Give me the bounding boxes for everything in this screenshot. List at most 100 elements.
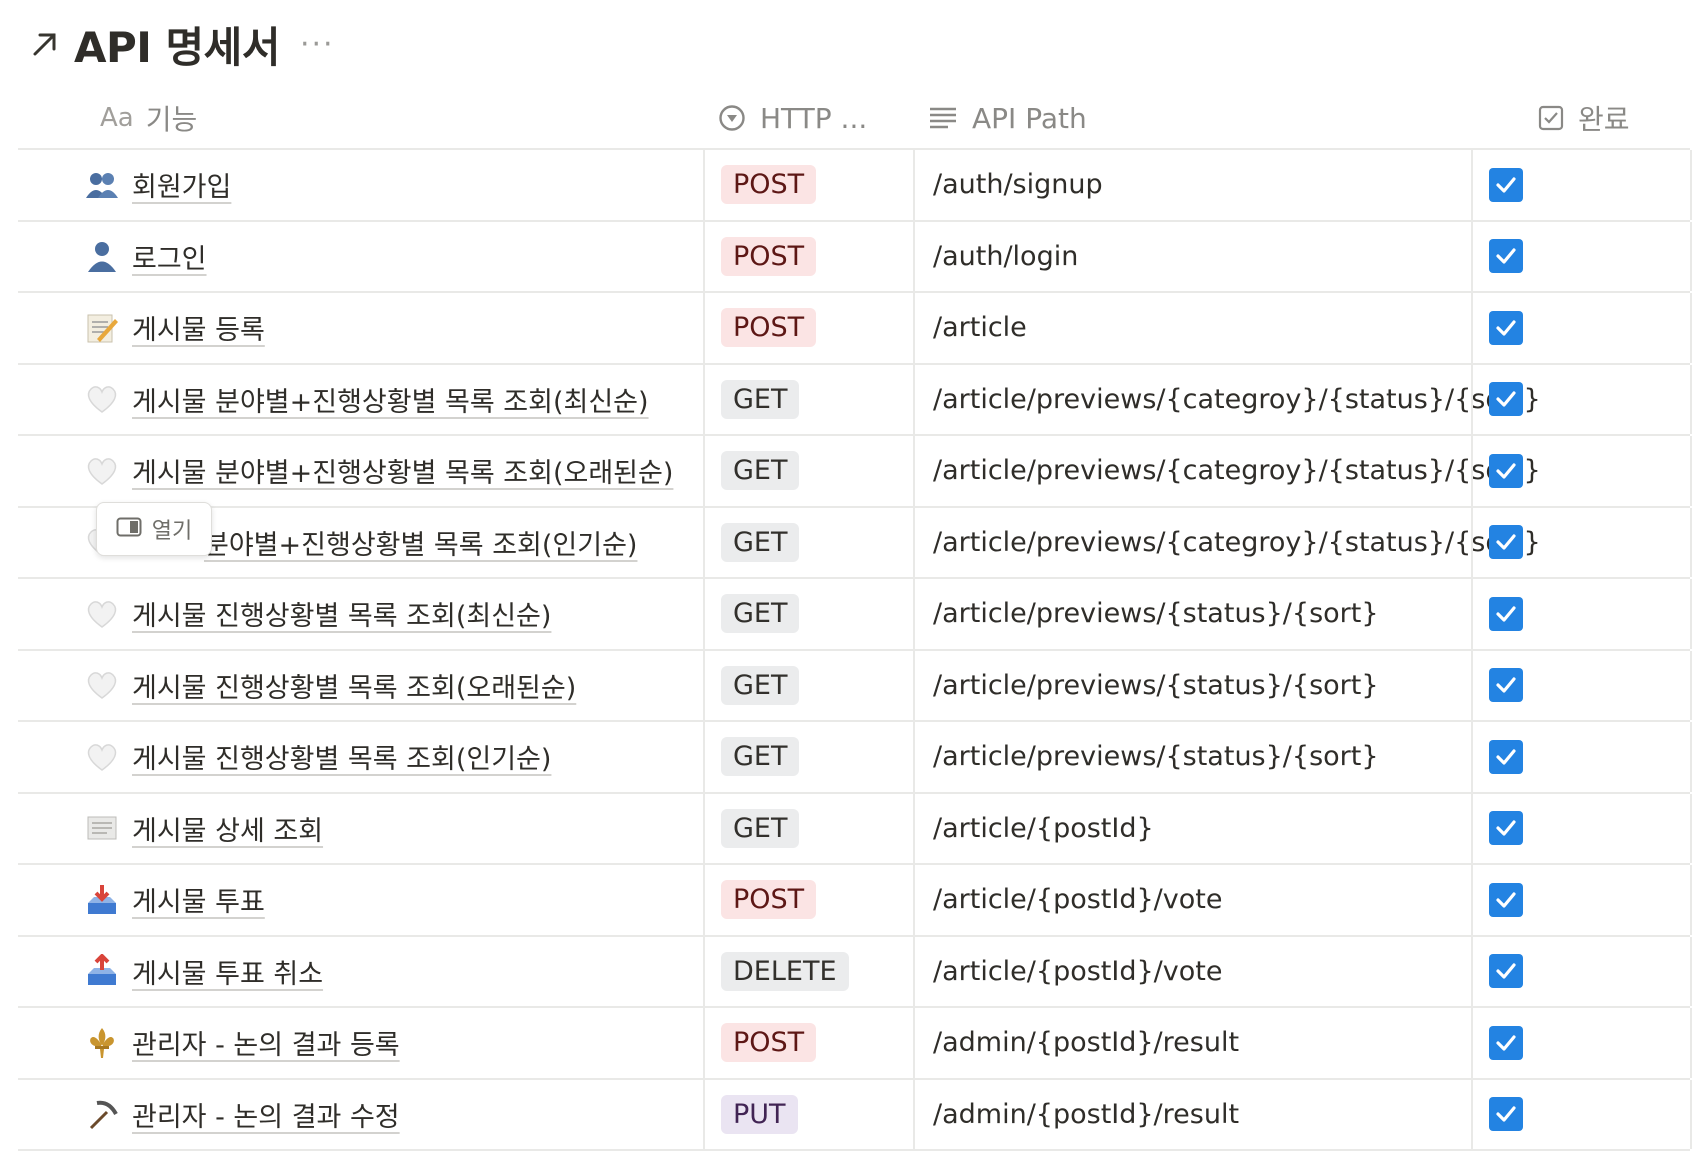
method-cell[interactable]: GET bbox=[703, 579, 913, 649]
done-checkbox[interactable] bbox=[1489, 883, 1523, 917]
table-row[interactable]: 회원가입POST/auth/signup bbox=[18, 150, 1690, 222]
method-cell[interactable]: POST bbox=[703, 865, 913, 935]
done-checkbox[interactable] bbox=[1489, 954, 1523, 988]
link-arrow-icon[interactable] bbox=[28, 27, 62, 61]
table-row[interactable]: 게시물 투표 POST/article/{postId}/vote bbox=[18, 865, 1690, 937]
method-cell[interactable]: GET bbox=[703, 794, 913, 864]
done-checkbox[interactable] bbox=[1489, 1097, 1523, 1131]
feature-name[interactable]: 게시물 등록 bbox=[132, 308, 265, 347]
path-cell[interactable]: /article bbox=[913, 293, 1471, 363]
done-cell[interactable] bbox=[1471, 1008, 1692, 1078]
done-checkbox[interactable] bbox=[1489, 740, 1523, 774]
done-checkbox[interactable] bbox=[1489, 239, 1523, 273]
done-cell[interactable] bbox=[1471, 865, 1692, 935]
feature-name[interactable]: 게시물 분야별+진행상황별 목록 조회(오래된순) bbox=[132, 451, 673, 490]
feature-cell[interactable]: 게시물 등록 bbox=[18, 293, 701, 363]
table-row[interactable]: 게시물 등록 POST/article bbox=[18, 293, 1690, 365]
path-cell[interactable]: /admin/{postId}/result bbox=[913, 1080, 1471, 1150]
table-row[interactable]: 게시물 투표 취소 DELETE/article/{postId}/vote bbox=[18, 937, 1690, 1009]
feature-name[interactable]: 게시물 진행상황별 목록 조회(인기순) bbox=[132, 737, 551, 776]
feature-name[interactable]: 게시물 투표 bbox=[132, 880, 265, 919]
feature-cell[interactable]: 게시물 상세 조회 bbox=[18, 794, 701, 864]
method-cell[interactable]: POST bbox=[703, 293, 913, 363]
header-method[interactable]: HTTP ... bbox=[718, 88, 926, 148]
path-cell[interactable]: /auth/signup bbox=[913, 150, 1471, 220]
table-row[interactable]: 관리자 - 논의 결과 수정PUT/admin/{postId}/result bbox=[18, 1080, 1690, 1151]
feature-name[interactable]: 분야별+진행상황별 목록 조회(인기순) bbox=[204, 523, 637, 562]
done-cell[interactable] bbox=[1471, 150, 1692, 220]
done-checkbox[interactable] bbox=[1489, 311, 1523, 345]
done-cell[interactable] bbox=[1471, 1080, 1692, 1150]
path-cell[interactable]: /auth/login bbox=[913, 222, 1471, 292]
done-checkbox[interactable] bbox=[1489, 382, 1523, 416]
feature-cell[interactable]: 게시물 투표 취소 bbox=[18, 937, 701, 1007]
table-row[interactable]: 로그인 POST/auth/login bbox=[18, 222, 1690, 294]
feature-name[interactable]: 게시물 진행상황별 목록 조회(최신순) bbox=[132, 594, 551, 633]
method-cell[interactable]: DELETE bbox=[703, 937, 913, 1007]
path-cell[interactable]: /article/previews/{categroy}/{status}/{s… bbox=[913, 436, 1471, 506]
feature-cell[interactable]: 관리자 - 논의 결과 등록 bbox=[18, 1008, 701, 1078]
feature-cell[interactable]: 로그인 bbox=[18, 222, 701, 292]
feature-cell[interactable]: 게시물 분야별+진행상황별 목록 조회(최신순) bbox=[18, 365, 701, 435]
more-options-button[interactable]: ··· bbox=[300, 27, 335, 62]
done-cell[interactable] bbox=[1471, 293, 1692, 363]
path-cell[interactable]: /article/previews/{status}/{sort} bbox=[913, 722, 1471, 792]
method-cell[interactable]: POST bbox=[703, 222, 913, 292]
table-row[interactable]: 게시물 상세 조회 GET/article/{postId} bbox=[18, 794, 1690, 866]
path-cell[interactable]: /article/previews/{status}/{sort} bbox=[913, 651, 1471, 721]
path-cell[interactable]: /article/previews/{categroy}/{status}/{s… bbox=[913, 365, 1471, 435]
open-page-button[interactable]: 열기 bbox=[96, 502, 212, 556]
feature-name[interactable]: 게시물 상세 조회 bbox=[132, 809, 323, 848]
header-feature[interactable]: Aa 기능 bbox=[18, 88, 701, 148]
table-row[interactable]: 관리자 - 논의 결과 등록 POST/admin/{postId}/result bbox=[18, 1008, 1690, 1080]
done-cell[interactable] bbox=[1471, 937, 1692, 1007]
done-checkbox[interactable] bbox=[1489, 811, 1523, 845]
table-row[interactable]: 게시물 분야별+진행상황별 목록 조회(오래된순) GET/article/pre… bbox=[18, 436, 1690, 508]
done-cell[interactable] bbox=[1471, 365, 1692, 435]
method-cell[interactable]: GET bbox=[703, 722, 913, 792]
done-checkbox[interactable] bbox=[1489, 668, 1523, 702]
feature-cell[interactable]: 게시물 진행상황별 목록 조회(최신순) bbox=[18, 579, 701, 649]
method-cell[interactable]: GET bbox=[703, 436, 913, 506]
feature-cell[interactable]: 관리자 - 논의 결과 수정 bbox=[18, 1080, 701, 1150]
table-row[interactable]: 게시물 진행상황별 목록 조회(최신순) GET/article/previews… bbox=[18, 579, 1690, 651]
method-cell[interactable]: PUT bbox=[703, 1080, 913, 1150]
path-cell[interactable]: /article/previews/{status}/{sort} bbox=[913, 579, 1471, 649]
header-path[interactable]: API Path bbox=[928, 88, 1484, 148]
done-cell[interactable] bbox=[1471, 508, 1692, 578]
feature-cell[interactable]: 회원가입 bbox=[18, 150, 701, 220]
done-checkbox[interactable] bbox=[1489, 525, 1523, 559]
feature-cell[interactable]: 게시물 진행상황별 목록 조회(오래된순) bbox=[18, 651, 701, 721]
path-cell[interactable]: /article/previews/{categroy}/{status}/{s… bbox=[913, 508, 1471, 578]
path-cell[interactable]: /admin/{postId}/result bbox=[913, 1008, 1471, 1078]
feature-name[interactable]: 로그인 bbox=[132, 237, 207, 276]
done-cell[interactable] bbox=[1471, 722, 1692, 792]
done-checkbox[interactable] bbox=[1489, 597, 1523, 631]
done-cell[interactable] bbox=[1471, 579, 1692, 649]
feature-name[interactable]: 게시물 진행상황별 목록 조회(오래된순) bbox=[132, 666, 576, 705]
feature-name[interactable]: 게시물 투표 취소 bbox=[132, 952, 323, 991]
done-cell[interactable] bbox=[1471, 794, 1692, 864]
method-cell[interactable]: GET bbox=[703, 365, 913, 435]
feature-name[interactable]: 관리자 - 논의 결과 등록 bbox=[132, 1023, 400, 1062]
path-cell[interactable]: /article/{postId}/vote bbox=[913, 937, 1471, 1007]
table-row[interactable]: 게시물 진행상황별 목록 조회(인기순) GET/article/previews… bbox=[18, 722, 1690, 794]
path-cell[interactable]: /article/{postId} bbox=[913, 794, 1471, 864]
done-cell[interactable] bbox=[1471, 222, 1692, 292]
feature-cell[interactable]: 게시물 진행상황별 목록 조회(인기순) bbox=[18, 722, 701, 792]
done-checkbox[interactable] bbox=[1489, 1026, 1523, 1060]
path-cell[interactable]: /article/{postId}/vote bbox=[913, 865, 1471, 935]
feature-cell[interactable]: 게시물 분야별+진행상황별 목록 조회(오래된순) bbox=[18, 436, 701, 506]
method-cell[interactable]: GET bbox=[703, 651, 913, 721]
method-cell[interactable]: GET bbox=[703, 508, 913, 578]
method-cell[interactable]: POST bbox=[703, 1008, 913, 1078]
feature-name[interactable]: 게시물 분야별+진행상황별 목록 조회(최신순) bbox=[132, 380, 649, 419]
table-row[interactable]: 게시물 분야별+진행상황별 목록 조회(최신순) GET/article/prev… bbox=[18, 365, 1690, 437]
table-row[interactable]: 게시물 진행상황별 목록 조회(오래된순) GET/article/preview… bbox=[18, 651, 1690, 723]
feature-name[interactable]: 회원가입 bbox=[132, 165, 231, 204]
table-row[interactable]: 분야별+진행상황별 목록 조회(인기순) GET/article/previews… bbox=[18, 508, 1690, 580]
header-done[interactable]: 완료 bbox=[1538, 88, 1704, 148]
feature-cell[interactable]: 게시물 투표 bbox=[18, 865, 701, 935]
done-cell[interactable] bbox=[1471, 436, 1692, 506]
done-checkbox[interactable] bbox=[1489, 454, 1523, 488]
